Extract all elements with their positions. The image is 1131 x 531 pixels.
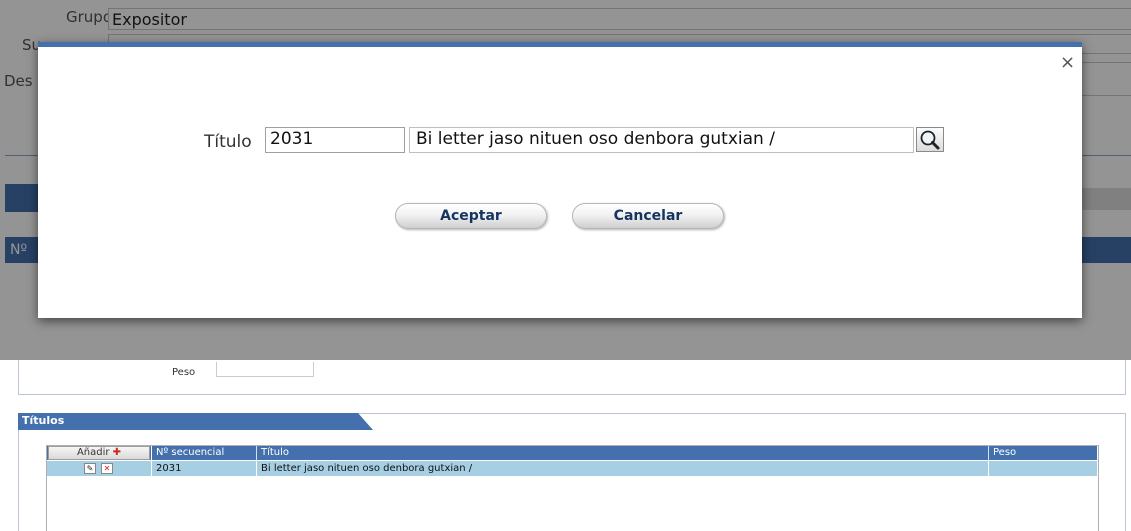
accept-button[interactable]: Aceptar bbox=[395, 203, 547, 229]
col-header-titulo[interactable]: Título bbox=[257, 446, 988, 460]
close-icon[interactable]: × bbox=[1060, 53, 1075, 73]
add-button[interactable]: Añadir ✚ bbox=[48, 446, 150, 460]
peso-label: Peso bbox=[172, 367, 196, 378]
cell-secuencial: 2031 bbox=[156, 463, 182, 474]
magnifier-icon[interactable] bbox=[916, 127, 944, 152]
titulo-text-input[interactable]: Bi letter jaso nituen oso denbora gutxia… bbox=[409, 127, 914, 153]
cell-peso bbox=[989, 461, 1097, 476]
peso-input[interactable] bbox=[216, 362, 314, 377]
add-button-label: Añadir bbox=[76, 447, 110, 458]
titulos-tab-label: Títulos bbox=[22, 414, 65, 427]
col-header-peso[interactable]: Peso bbox=[989, 446, 1097, 460]
edit-icon[interactable]: ✎ bbox=[84, 463, 96, 474]
titulos-tab[interactable] bbox=[18, 413, 373, 430]
titulo-code-input[interactable]: 2031 bbox=[265, 127, 405, 153]
dialog-top-bar bbox=[38, 42, 1082, 47]
magnifier-glyph bbox=[920, 130, 940, 150]
delete-icon[interactable]: ✕ bbox=[101, 463, 113, 474]
cancel-button[interactable]: Cancelar bbox=[572, 203, 724, 229]
col-header-secuencial[interactable]: Nº secuencial bbox=[152, 446, 256, 460]
titulo-label: Título bbox=[204, 132, 252, 152]
cell-titulo: Bi letter jaso nituen oso denbora gutxia… bbox=[261, 463, 473, 474]
titulo-dialog: × Título 2031 Bi letter jaso nituen oso … bbox=[38, 42, 1082, 318]
plus-icon: ✚ bbox=[112, 447, 122, 458]
